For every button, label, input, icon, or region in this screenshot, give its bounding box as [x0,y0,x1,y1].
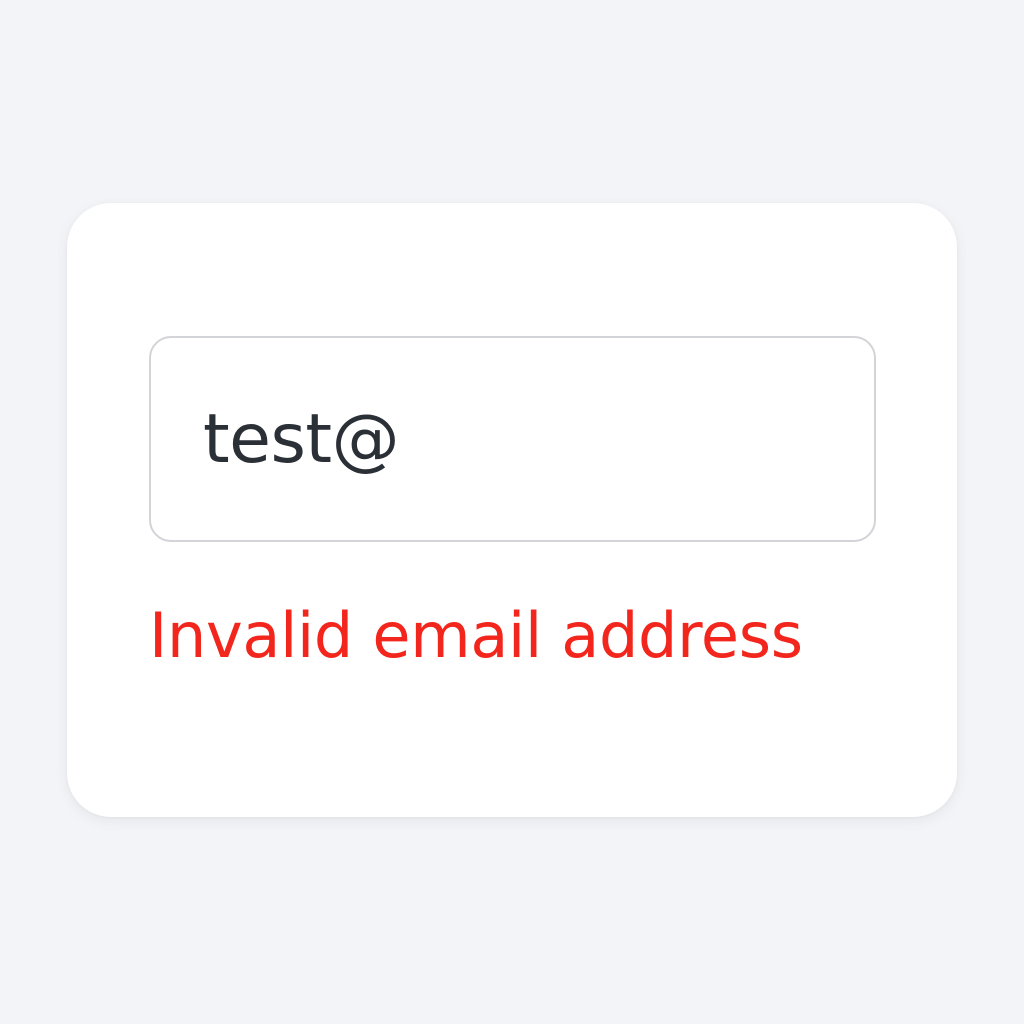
email-error-message: Invalid email address [149,599,803,672]
email-input[interactable] [149,336,876,542]
email-form-card: Invalid email address [67,203,957,817]
